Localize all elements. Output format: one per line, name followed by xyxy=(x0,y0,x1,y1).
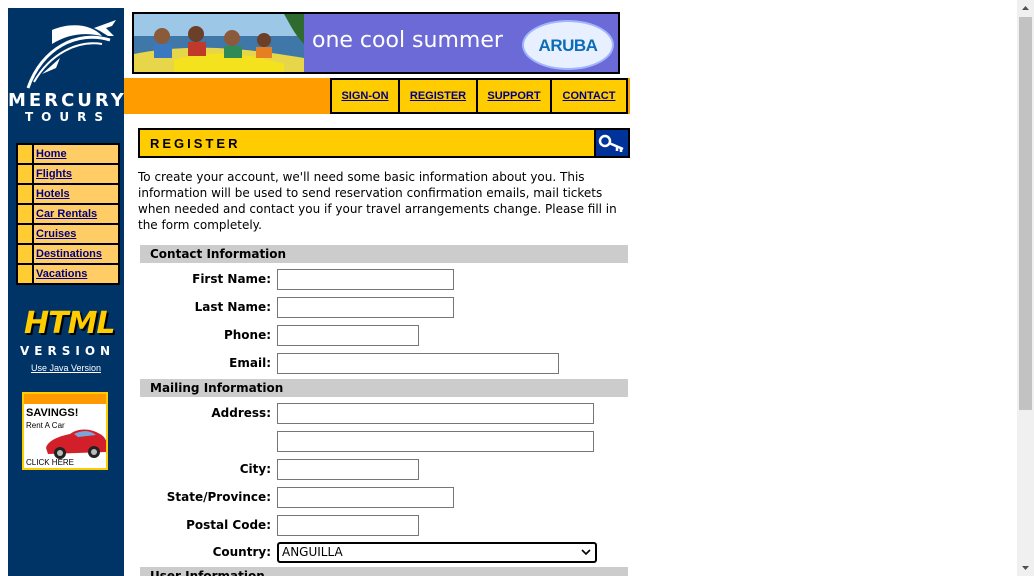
state-province-label: State/Province: xyxy=(166,490,271,504)
email-input[interactable] xyxy=(277,353,559,374)
intro-text: To create your account, we'll need some … xyxy=(138,170,617,232)
first-name-label: First Name: xyxy=(192,272,271,286)
chevron-down-icon xyxy=(581,549,591,556)
promo-banner[interactable]: one cool summer ARUBA xyxy=(132,12,620,74)
email-label: Email: xyxy=(229,356,271,370)
nav-item-vacations[interactable]: Vacations xyxy=(18,265,118,283)
ad-headline: SAVINGS! xyxy=(26,407,79,419)
nav-link-hotels[interactable]: Hotels xyxy=(34,185,118,203)
last-name-label: Last Name: xyxy=(194,300,271,314)
phone-label: Phone: xyxy=(223,328,271,342)
logo-line-2: TOURS xyxy=(24,110,111,124)
scroll-up-icon[interactable] xyxy=(1017,0,1034,17)
html-badge-word: HTML xyxy=(24,306,116,341)
register-header-bar: REGISTER xyxy=(138,128,630,158)
use-java-version-link[interactable]: Use Java Version xyxy=(8,363,124,373)
top-menu-register[interactable]: REGISTER xyxy=(400,80,476,112)
nav-bullet xyxy=(18,145,32,163)
page-title: REGISTER xyxy=(150,136,241,151)
aruba-logo-text: ARUBA xyxy=(538,36,598,55)
top-menu-sign-on[interactable]: SIGN-ON xyxy=(332,80,398,112)
phone-input[interactable] xyxy=(277,325,419,346)
nav-link-cruises[interactable]: Cruises xyxy=(34,225,118,243)
section-mailing-information: Mailing Information xyxy=(140,379,628,397)
postal-code-label: Postal Code: xyxy=(186,518,271,532)
scrollbar-thumb[interactable] xyxy=(1019,17,1032,410)
nav-link-flights[interactable]: Flights xyxy=(34,165,118,183)
address-line-2-input[interactable] xyxy=(277,431,594,452)
nav-item-flights[interactable]: Flights xyxy=(18,165,118,183)
nav-item-cruises[interactable]: Cruises xyxy=(18,225,118,243)
key-icon-box xyxy=(596,130,628,156)
country-label: Country: xyxy=(212,545,271,559)
top-menu-support[interactable]: SUPPORT xyxy=(478,80,550,112)
section-contact-information: Contact Information xyxy=(140,245,628,263)
nav-link-vacations[interactable]: Vacations xyxy=(34,265,118,283)
nav-bullet xyxy=(18,245,32,263)
nav-bullet xyxy=(18,225,32,243)
country-select[interactable]: ANGUILLA xyxy=(277,542,597,563)
nav-bullet xyxy=(18,265,32,283)
postal-code-input[interactable] xyxy=(277,515,419,536)
nav-link-destinations[interactable]: Destinations xyxy=(34,245,118,263)
nav-item-hotels[interactable]: Hotels xyxy=(18,185,118,203)
register-header: REGISTER xyxy=(140,130,594,156)
key-icon xyxy=(598,134,624,152)
scroll-down-icon[interactable] xyxy=(1017,559,1034,576)
nav-item-car-rentals[interactable]: Car Rentals xyxy=(18,205,118,223)
top-menu-bar: SIGN-ON REGISTER SUPPORT CONTACT xyxy=(124,78,630,114)
left-sidebar: MERCURY TOURS Home Flights Hotels Car Re… xyxy=(8,8,124,576)
nav-link-home[interactable]: Home xyxy=(34,145,118,163)
jet-swoosh-logo-icon xyxy=(26,20,116,89)
car-rental-ad[interactable]: SAVINGS! Rent A Car CLICK HERE xyxy=(22,392,108,470)
nav-bullet xyxy=(18,165,32,183)
page-scrollbar[interactable] xyxy=(1017,0,1034,576)
ad-top-strip xyxy=(24,394,106,404)
country-selected-value: ANGUILLA xyxy=(282,545,343,559)
logo-line-1: MERCURY xyxy=(8,90,127,111)
first-name-input[interactable] xyxy=(277,269,454,290)
html-version-badge: HTML VERSION xyxy=(16,306,116,358)
nav-bullet xyxy=(18,185,32,203)
section-user-information: User Information xyxy=(140,567,628,576)
address-line-1-input[interactable] xyxy=(277,403,594,424)
top-menu: SIGN-ON REGISTER SUPPORT CONTACT xyxy=(330,78,628,114)
left-nav-menu: Home Flights Hotels Car Rentals Cruises … xyxy=(16,143,120,285)
nav-link-car-rentals[interactable]: Car Rentals xyxy=(34,205,118,223)
last-name-input[interactable] xyxy=(277,297,454,318)
mercury-tours-logo[interactable]: MERCURY TOURS xyxy=(8,8,124,133)
car-icon xyxy=(46,429,106,459)
ad-cta: CLICK HERE xyxy=(26,458,75,467)
address-label: Address: xyxy=(211,406,271,420)
state-province-input[interactable] xyxy=(277,487,454,508)
nav-item-destinations[interactable]: Destinations xyxy=(18,245,118,263)
top-menu-contact[interactable]: CONTACT xyxy=(552,80,626,112)
nav-bullet xyxy=(18,205,32,223)
beach-photo-icon xyxy=(134,14,304,72)
version-badge-word: VERSION xyxy=(20,344,116,358)
banner-tagline: one cool summer xyxy=(312,28,503,53)
city-input[interactable] xyxy=(277,459,419,480)
nav-item-home[interactable]: Home xyxy=(18,145,118,163)
aruba-logo: ARUBA xyxy=(522,20,614,70)
city-label: City: xyxy=(239,462,271,476)
